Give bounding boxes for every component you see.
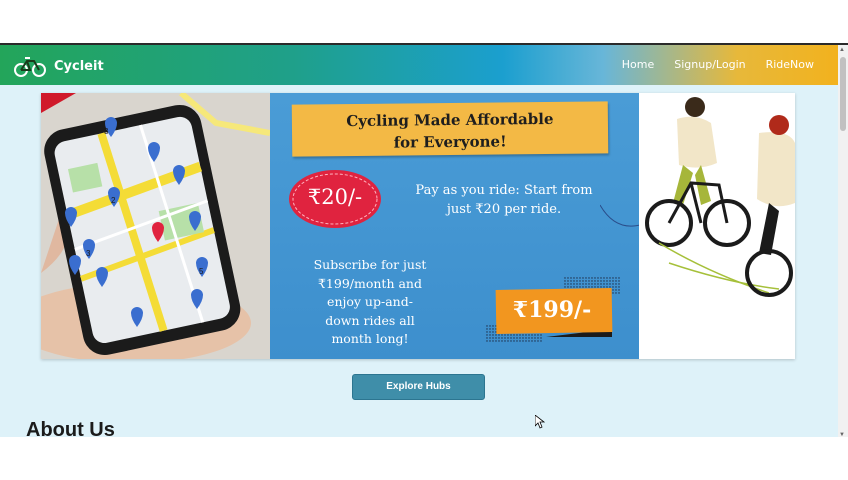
explore-hubs-button[interactable]: Explore Hubs: [352, 374, 485, 400]
subscribe-line: Subscribe for just: [313, 257, 427, 272]
page-viewport: Cycleit Home Signup/Login RideNow 3 2 3 …: [0, 43, 848, 437]
cyclists-illustration: [639, 93, 795, 359]
browser-screen: Cycleit Home Signup/Login RideNow 3 2 3 …: [0, 0, 848, 480]
payg-line-1: Pay as you ride: Start from: [415, 183, 593, 198]
subscribe-line: month long!: [331, 331, 409, 346]
scrollbar-thumb[interactable]: [840, 57, 846, 131]
subscribe-line: ₹199/month and: [317, 275, 422, 291]
scrollbar[interactable]: ▲ ▼: [838, 45, 848, 437]
headline: Cycling Made Affordable for Everyone!: [292, 107, 608, 154]
navbar: Cycleit Home Signup/Login RideNow: [0, 45, 838, 85]
pay-as-you-ride-text: Pay as you ride: Start from just ₹20 per…: [396, 181, 612, 219]
about-us-heading: About Us: [26, 419, 115, 437]
mouse-cursor-icon: [535, 415, 545, 429]
map-pin-label: 2: [111, 196, 116, 205]
price-badge-199: ₹199/-: [486, 277, 620, 343]
phone-map-image: 3 2 3 5: [41, 93, 270, 359]
brand[interactable]: Cycleit: [14, 54, 104, 78]
price-badge-20-text: ₹20/-: [307, 185, 363, 209]
subscribe-line: down rides all: [325, 312, 415, 328]
decorative-curve-icon: [600, 204, 640, 227]
map-pin-label: 3: [86, 249, 91, 258]
phone-map-illustration: 3 2 3 5: [41, 93, 270, 359]
promo-panel: Cycling Made Affordable for Everyone! ₹2…: [270, 93, 640, 359]
price-badge-199-text: ₹199/-: [512, 297, 592, 323]
price-badge-20: ₹20/-: [288, 169, 382, 229]
nav-links: Home Signup/Login RideNow: [602, 58, 814, 71]
headline-line-2: for Everyone!: [393, 132, 507, 152]
hero-banner: 3 2 3 5 Cycling Made Affordable for Ever…: [41, 93, 795, 359]
subscribe-line: enjoy up-and-: [327, 294, 413, 309]
bottom-chrome-area: [0, 437, 848, 480]
subscribe-text: Subscribe for just ₹199/month and enjoy …: [296, 256, 444, 349]
nav-link-home[interactable]: Home: [622, 58, 654, 71]
top-chrome-area: [0, 0, 848, 43]
bicycle-logo-icon: [14, 57, 46, 77]
brand-name: Cycleit: [54, 58, 104, 74]
map-pin-label: 5: [199, 267, 204, 276]
map-pin-label: 3: [104, 127, 109, 136]
nav-link-ridenow[interactable]: RideNow: [766, 58, 814, 71]
headline-banner: Cycling Made Affordable for Everyone!: [291, 101, 609, 157]
nav-link-signup-login[interactable]: Signup/Login: [674, 58, 745, 71]
scroll-up-arrow-icon[interactable]: ▲: [839, 47, 845, 53]
payg-line-2: just ₹20 per ride.: [446, 202, 562, 217]
cyclists-image: [645, 97, 795, 297]
